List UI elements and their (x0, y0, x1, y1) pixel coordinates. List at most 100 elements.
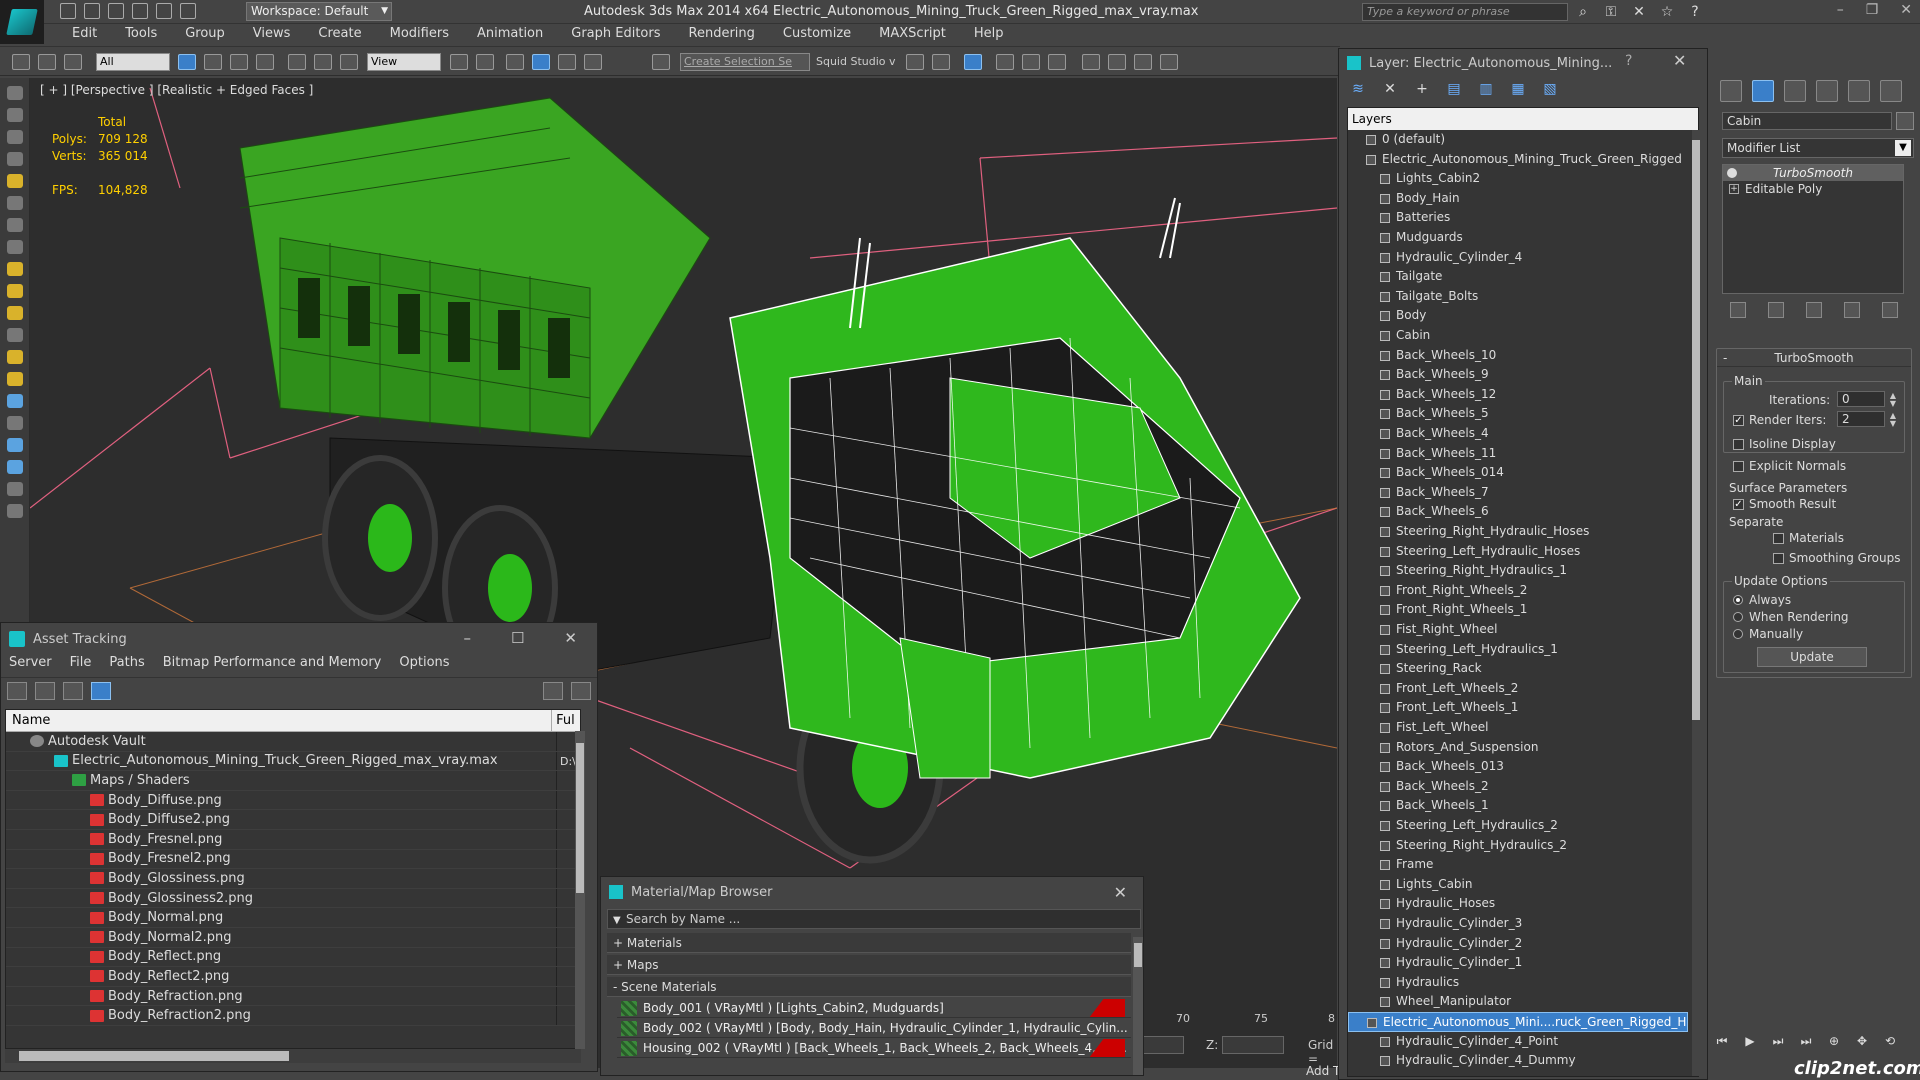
tool-icon[interactable] (6, 262, 23, 276)
tool-icon[interactable] (6, 350, 23, 364)
menu-item-customize[interactable]: Customize (769, 24, 865, 44)
material-editor-icon[interactable] (1048, 54, 1066, 70)
mirror-icon[interactable] (906, 54, 924, 70)
squid-studio-label[interactable]: Squid Studio v (816, 55, 896, 68)
object-row[interactable]: Hydraulics (1348, 973, 1688, 993)
restore-icon[interactable]: ❐ (1866, 2, 1879, 18)
tool-icon[interactable] (6, 196, 23, 210)
asset-row[interactable]: Body_Reflect.png (6, 947, 580, 968)
material-section-header[interactable]: + Maps (607, 955, 1131, 975)
update-button[interactable]: Update (1757, 647, 1867, 667)
asset-menu-item[interactable]: Bitmap Performance and Memory (163, 655, 382, 675)
table-view-icon[interactable] (91, 682, 111, 700)
menu-item-graph-editors[interactable]: Graph Editors (557, 24, 674, 44)
object-row[interactable]: Front_Left_Wheels_2 (1348, 679, 1688, 699)
asset-menu-item[interactable]: File (70, 655, 92, 675)
asset-horizontal-scrollbar[interactable] (5, 1049, 581, 1063)
maximize-icon[interactable]: ☐ (511, 629, 524, 647)
minimize-icon[interactable]: – (463, 629, 471, 647)
asset-row[interactable]: Body_Refraction.png (6, 986, 580, 1007)
tool-icon[interactable] (6, 130, 23, 144)
tool-icon[interactable] (6, 394, 23, 408)
smooth-result-checkbox[interactable]: ✓ (1733, 499, 1744, 510)
render-setup-icon[interactable] (1082, 54, 1100, 70)
motion-tab-icon[interactable] (1816, 80, 1838, 102)
menu-item-animation[interactable]: Animation (463, 24, 557, 44)
object-row[interactable]: Hydraulic_Cylinder_2 (1348, 934, 1688, 954)
minimize-icon[interactable]: – (1837, 2, 1844, 18)
object-row[interactable]: Steering_Left_Hydraulics_2 (1348, 816, 1688, 836)
object-row[interactable]: Frame (1348, 855, 1688, 875)
rotate-icon[interactable] (314, 54, 332, 70)
scene-material-item[interactable]: Body_002 ( VRayMtl ) [Body, Body_Hain, H… (617, 1019, 1131, 1038)
object-row[interactable]: Back_Wheels_11 (1348, 444, 1688, 464)
scale-icon[interactable] (340, 54, 358, 70)
angle-snap-icon[interactable] (532, 54, 550, 70)
z-coord-field[interactable] (1222, 1036, 1284, 1054)
object-row[interactable]: Fist_Right_Wheel (1348, 620, 1688, 640)
object-row[interactable]: Body_Hain (1348, 189, 1688, 209)
unlink-icon[interactable] (38, 54, 56, 70)
save-icon[interactable] (108, 3, 124, 19)
expand-icon[interactable]: + (1729, 184, 1739, 194)
object-row[interactable]: Back_Wheels_1 (1348, 796, 1688, 816)
material-search-input[interactable]: ▼ Search by Name ... (607, 909, 1141, 929)
asset-row[interactable]: Body_Diffuse2.png (6, 810, 580, 830)
object-row[interactable]: Steering_Right_Hydraulics_1 (1348, 561, 1688, 581)
binoculars-icon[interactable]: ⌕ (1574, 3, 1592, 21)
object-row[interactable]: Tailgate (1348, 267, 1688, 287)
asset-row[interactable]: Body_Fresnel.png (6, 829, 580, 850)
workspace-dropdown[interactable]: Workspace: Default ▼ (246, 2, 392, 21)
move-icon[interactable] (288, 54, 306, 70)
selection-filter-dropdown[interactable]: All (96, 53, 170, 71)
zoom-icon[interactable]: ⊕ (1824, 1032, 1844, 1050)
asset-menu-item[interactable]: Paths (109, 655, 144, 675)
thumbnail-view-icon[interactable] (63, 682, 83, 700)
schematic-view-icon[interactable] (1022, 54, 1040, 70)
open-file-icon[interactable] (84, 3, 100, 19)
smoothing-groups-checkbox[interactable] (1773, 553, 1784, 564)
menu-item-tools[interactable]: Tools (111, 24, 171, 44)
close-icon[interactable]: ✕ (1673, 51, 1686, 70)
list-view-icon[interactable] (35, 682, 55, 700)
layer-row[interactable]: Electric_Autonomous_Mining_Truck_Green_R… (1348, 150, 1688, 170)
pan-icon[interactable]: ✥ (1852, 1032, 1872, 1050)
show-end-result-icon[interactable] (1768, 302, 1784, 318)
configure-sets-icon[interactable] (1882, 302, 1898, 318)
object-row[interactable]: Back_Wheels_014 (1348, 463, 1688, 483)
full-path-column-header[interactable]: Ful (552, 710, 580, 731)
tool-icon[interactable] (6, 482, 23, 496)
rendered-frame-icon[interactable] (1108, 54, 1126, 70)
object-row[interactable]: Steering_Right_Hydraulics_2 (1348, 836, 1688, 856)
hierarchy-tab-icon[interactable] (1784, 80, 1806, 102)
close-icon[interactable]: ✕ (1900, 2, 1912, 18)
asset-row[interactable]: Body_Normal.png (6, 908, 580, 928)
asset-menu-item[interactable]: Options (399, 655, 449, 675)
object-row[interactable]: Steering_Rack (1348, 659, 1688, 679)
explicit-normals-checkbox[interactable] (1733, 461, 1744, 472)
lightbulb-icon[interactable] (1727, 168, 1737, 178)
object-row[interactable]: Back_Wheels_013 (1348, 757, 1688, 777)
modifier-stack-item[interactable]: + Editable Poly (1723, 181, 1903, 197)
rollout-header[interactable]: - TurboSmooth (1717, 349, 1911, 367)
region-select-icon[interactable] (230, 54, 248, 70)
new-file-icon[interactable] (60, 3, 76, 19)
object-row[interactable]: Lights_Cabin2 (1348, 169, 1688, 189)
layer-row[interactable]: 0 (default) (1348, 130, 1688, 150)
object-row[interactable]: Back_Wheels_10 (1348, 346, 1688, 366)
object-row[interactable]: Body (1348, 306, 1688, 326)
orbit-icon[interactable]: ⟲ (1880, 1032, 1900, 1050)
object-row[interactable]: Back_Wheels_4 (1348, 424, 1688, 444)
menu-item-rendering[interactable]: Rendering (675, 24, 769, 44)
material-browser-scrollbar[interactable] (1133, 937, 1143, 1075)
material-section-header[interactable]: + Materials (607, 933, 1131, 953)
object-row[interactable]: Front_Left_Wheels_1 (1348, 698, 1688, 718)
y-coord-field[interactable] (1140, 1036, 1184, 1054)
viewport-label[interactable]: [ + ] [Perspective ] [Realistic + Edged … (40, 83, 313, 97)
percent-snap-icon[interactable] (558, 54, 576, 70)
app-logo[interactable] (0, 0, 44, 44)
undo-icon[interactable] (132, 3, 148, 19)
snaps-toggle-icon[interactable] (506, 54, 524, 70)
tool-icon[interactable] (6, 284, 23, 298)
object-row[interactable]: Back_Wheels_2 (1348, 777, 1688, 797)
